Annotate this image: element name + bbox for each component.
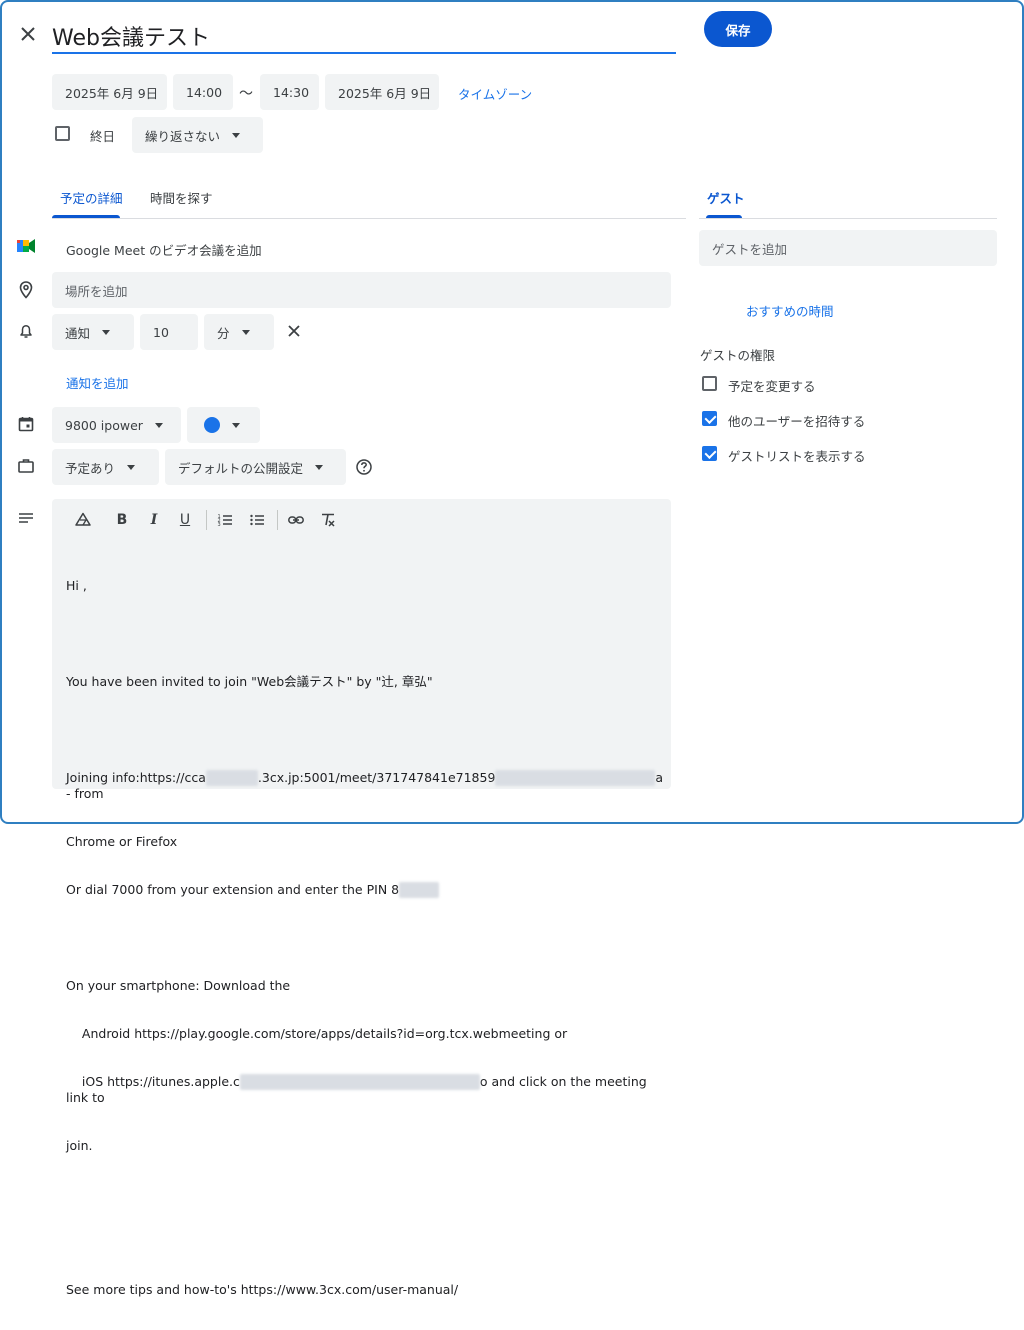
suggested-times-link[interactable]: おすすめの時間 [746, 301, 834, 320]
description-line: On your smartphone: Download the [66, 978, 291, 993]
repeat-value: 繰り返さない [145, 128, 221, 144]
notification-unit-dropdown[interactable]: 分 [204, 314, 274, 350]
end-date-field[interactable]: 2025年 6月 9日 [325, 74, 439, 110]
event-color-dropdown[interactable] [187, 407, 260, 443]
permission-see-list-checkbox[interactable] [702, 446, 717, 461]
calendar-icon [17, 415, 35, 433]
help-icon[interactable] [355, 458, 373, 476]
clear-format-icon[interactable] [318, 510, 338, 530]
tab-find-time[interactable]: 時間を探す [150, 188, 213, 207]
visibility-value: デフォルトの公開設定 [178, 460, 304, 476]
event-title-input[interactable]: Web会議テスト [52, 18, 676, 54]
bell-icon [17, 322, 35, 340]
availability-dropdown[interactable]: 予定あり [52, 449, 159, 485]
calendar-name: 9800 ipower [65, 417, 143, 433]
description-line: join. [66, 1138, 93, 1153]
permission-modify-label: 予定を変更する [728, 379, 816, 394]
permission-invite-checkbox[interactable] [702, 411, 717, 426]
remove-notification-icon[interactable] [286, 323, 302, 339]
notification-unit-value: 分 [217, 325, 230, 341]
chevron-down-icon [154, 422, 163, 428]
chevron-down-icon [232, 132, 241, 138]
numbered-list-icon[interactable]: 123 [215, 510, 235, 530]
add-guests-placeholder: ゲストを追加 [712, 241, 788, 257]
tab-guests-label: ゲスト [707, 191, 745, 206]
notification-value: 10 [153, 324, 169, 340]
start-date-field[interactable]: 2025年 6月 9日 [52, 74, 167, 110]
permission-invite-label: 他のユーザーを招待する [728, 414, 866, 429]
description-line: Android https://play.google.com/store/ap… [66, 1026, 568, 1041]
add-guests-input[interactable]: ゲストを追加 [699, 230, 997, 266]
availability-value: 予定あり [65, 460, 116, 476]
notification-type-value: 通知 [65, 325, 91, 341]
chevron-down-icon [241, 329, 250, 335]
description-line: Hi , [66, 578, 87, 593]
description-line: Chrome or Firefox [66, 834, 178, 849]
description-line: Joining info:https://ccaxxxxxx.3cx.jp:50… [66, 770, 668, 801]
location-input[interactable]: 場所を追加 [52, 272, 671, 308]
save-label: 保存 [725, 22, 751, 38]
event-editor: Web会議テスト 保存 2025年 6月 9日 14:00 〜 14:30 20… [0, 0, 1024, 1297]
tab-guests[interactable]: ゲスト [699, 178, 745, 218]
tab-event-details-label: 予定の詳細 [60, 191, 123, 206]
drive-icon[interactable] [73, 510, 93, 530]
notification-type-dropdown[interactable]: 通知 [52, 314, 134, 350]
time-separator: 〜 [239, 86, 253, 102]
add-meet-button[interactable]: Google Meet のビデオ会議を追加 [66, 240, 262, 259]
visibility-dropdown[interactable]: デフォルトの公開設定 [165, 449, 346, 485]
event-title: Web会議テスト [52, 26, 210, 51]
guest-permissions-title: ゲストの権限 [700, 348, 776, 363]
guests-divider [699, 218, 997, 219]
description-body[interactable]: Hi , You have been invited to join "Web会… [66, 546, 666, 1330]
chevron-down-icon [102, 329, 111, 335]
notification-value-input[interactable]: 10 [140, 314, 198, 350]
close-icon[interactable] [18, 24, 38, 44]
end-date-value: 2025年 6月 9日 [338, 85, 432, 101]
bulleted-list-icon[interactable] [247, 510, 267, 530]
end-time-field[interactable]: 14:30 [260, 74, 319, 110]
start-date-value: 2025年 6月 9日 [65, 85, 159, 101]
event-color-swatch [204, 417, 220, 433]
location-pin-icon [17, 280, 35, 300]
permission-modify-checkbox[interactable] [702, 376, 717, 391]
permission-see-list-label: ゲストリストを表示する [728, 449, 866, 464]
tab-event-details[interactable]: 予定の詳細 [52, 178, 123, 218]
location-placeholder: 場所を追加 [65, 283, 128, 299]
svg-text:3: 3 [218, 522, 221, 528]
tabs-divider [52, 218, 686, 219]
start-time-value: 14:00 [186, 84, 223, 100]
timezone-link[interactable]: タイムゾーン [458, 84, 532, 103]
bold-icon[interactable]: B [112, 510, 132, 530]
link-icon[interactable] [286, 510, 306, 530]
chevron-down-icon [127, 464, 136, 470]
briefcase-icon [17, 457, 35, 475]
start-time-field[interactable]: 14:00 [173, 74, 233, 110]
description-icon [17, 511, 35, 525]
description-line: Or dial 7000 from your extension and ent… [66, 882, 666, 898]
chevron-down-icon [232, 422, 240, 428]
repeat-dropdown[interactable]: 繰り返さない [132, 117, 263, 153]
description-line: See more tips and how-to's https://www.3… [66, 1282, 459, 1297]
save-button[interactable]: 保存 [704, 11, 772, 47]
description-line: iOS https://itunes.apple.cxxxxxxxxxxxxxx… [66, 1074, 651, 1105]
all-day-label: 終日 [90, 129, 116, 144]
add-notification-link[interactable]: 通知を追加 [66, 373, 129, 392]
calendar-dropdown[interactable]: 9800 ipower [52, 407, 181, 443]
toolbar-divider [206, 510, 207, 530]
underline-icon[interactable]: U [175, 510, 195, 530]
all-day-checkbox[interactable] [55, 126, 70, 141]
google-meet-icon [16, 238, 36, 254]
description-line: You have been invited to join "Web会議テスト"… [66, 674, 433, 689]
chevron-down-icon [315, 464, 324, 470]
italic-icon[interactable]: I [144, 510, 164, 530]
toolbar-divider [277, 510, 278, 530]
end-time-value: 14:30 [273, 84, 310, 100]
